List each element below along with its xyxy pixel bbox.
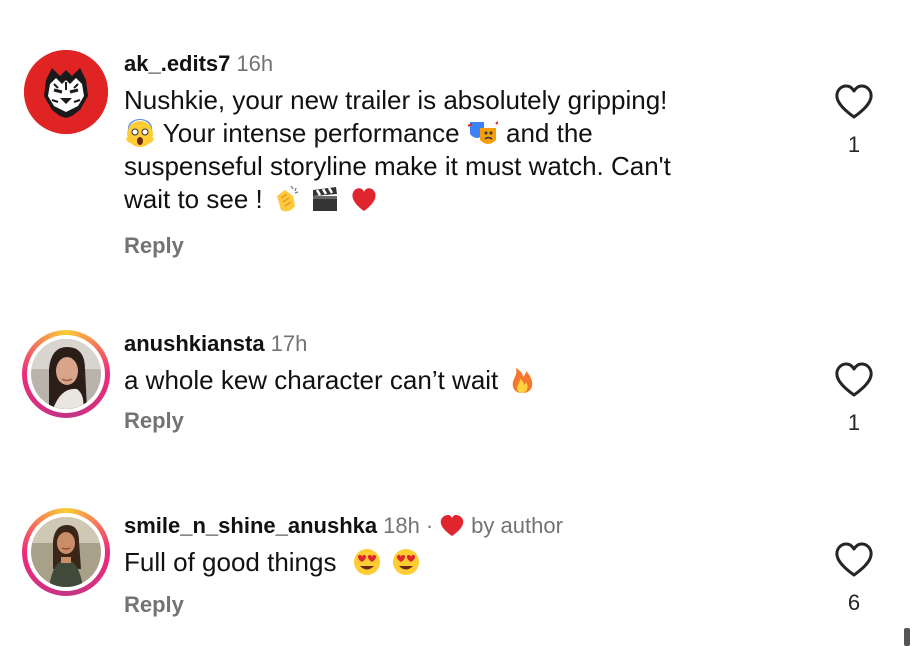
author-liked-badge: by author (471, 513, 563, 538)
reply-button[interactable]: Reply (124, 232, 784, 260)
heart-filled-icon (440, 515, 464, 536)
heart-outline-icon[interactable] (834, 362, 874, 398)
comment-text: a whole kew character can’t wait (124, 364, 784, 397)
clapping-emoji-icon (276, 185, 299, 212)
tiger-avatar-icon (24, 50, 108, 134)
reply-button[interactable]: Reply (124, 407, 784, 435)
like-count: 6 (847, 590, 861, 615)
comment-username[interactable]: ak_.edits7 (124, 50, 230, 78)
comment-text: Full of good things (124, 546, 784, 579)
comment-time: 18h (383, 513, 420, 538)
clapper-board-emoji-icon (313, 187, 338, 211)
like-count: 1 (847, 132, 861, 157)
comment-text-line: Your intense performance (162, 118, 460, 148)
heart-outline-icon[interactable] (834, 84, 874, 120)
like-count: 1 (847, 410, 861, 435)
comment-text-line: a whole kew character can’t wait (124, 365, 499, 395)
meta-separator: · (425, 513, 434, 538)
comment-text-line: suspenseful storyline make it must watch… (124, 151, 671, 181)
fire-emoji-icon (512, 368, 532, 393)
comment-time: 16h (236, 51, 274, 76)
avatar-photo (31, 339, 101, 409)
scream-emoji-icon (125, 119, 155, 147)
comment-text: Nushkie, your new trailer is absolutely … (124, 84, 784, 216)
comment-time: 17h (270, 331, 308, 356)
comment-username[interactable]: anushkiansta (124, 330, 265, 358)
comment-text-line: Nushkie, your new trailer is absolutely … (124, 85, 668, 115)
comment-username[interactable]: smile_n_shine_anushka (124, 512, 377, 540)
avatar[interactable] (22, 508, 110, 596)
scrollbar-thumb[interactable] (904, 628, 910, 646)
comment-text-line: and the (506, 118, 593, 148)
avatar-photo (31, 517, 101, 587)
reply-button[interactable]: Reply (124, 591, 784, 619)
red-heart-emoji-icon (352, 188, 376, 211)
heart-outline-icon[interactable] (834, 542, 874, 578)
profile-photo-icon (31, 339, 101, 409)
avatar[interactable] (24, 50, 108, 134)
profile-photo-icon (31, 517, 101, 587)
comment-text-line: Full of good things (124, 547, 337, 577)
heart-eyes-emoji-icon (353, 549, 380, 575)
avatar[interactable] (22, 330, 110, 418)
comment-text-line: wait to see ! (124, 184, 263, 214)
theater-masks-emoji-icon (467, 121, 498, 144)
heart-eyes-emoji-icon (392, 549, 419, 575)
